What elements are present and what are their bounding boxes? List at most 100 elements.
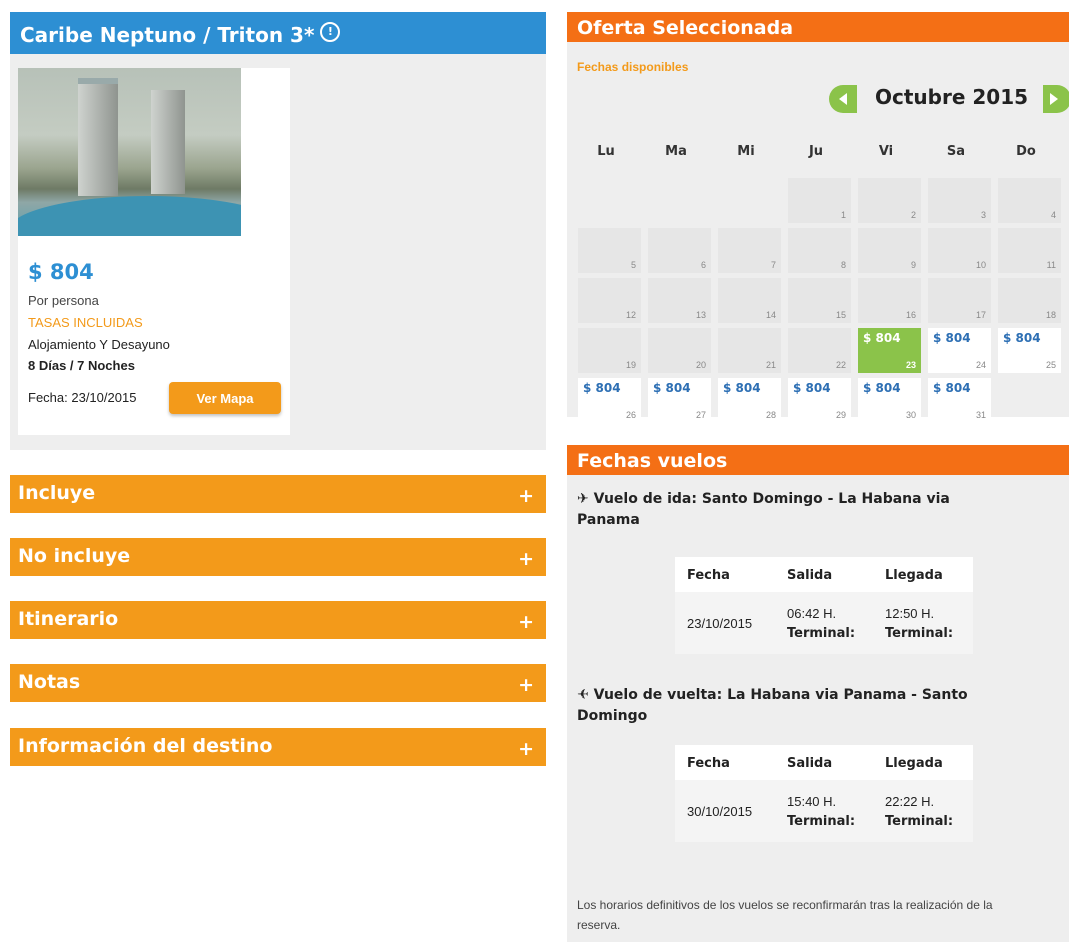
available-dates-label: Fechas disponibles bbox=[577, 60, 689, 74]
board-type: Alojamiento Y Desayuno bbox=[28, 337, 170, 352]
calendar-day[interactable]: $ 804 31 bbox=[928, 378, 991, 423]
col-llegada: Llegada bbox=[885, 756, 943, 771]
calendar-day: 2 bbox=[858, 178, 921, 223]
travel-date: Fecha: 23/10/2015 bbox=[28, 390, 137, 405]
day-number: 2 bbox=[910, 210, 916, 220]
day-number: 6 bbox=[700, 260, 706, 270]
day-number: 8 bbox=[840, 260, 846, 270]
taxes-included-label: TASAS INCLUIDAS bbox=[28, 315, 143, 330]
calendar-day: 18 bbox=[998, 278, 1061, 323]
calendar-day[interactable]: $ 804 28 bbox=[718, 378, 781, 423]
day-number: 13 bbox=[695, 310, 706, 320]
accordion-incluye[interactable]: Incluye + bbox=[10, 475, 546, 513]
calendar-day[interactable]: $ 804 30 bbox=[858, 378, 921, 423]
flights-body: ✈ Vuelo de ida: Santo Domingo - La Haban… bbox=[567, 475, 1069, 942]
return-flight-table: Fecha Salida Llegada 30/10/2015 15:40 H.… bbox=[675, 745, 973, 842]
day-number: 3 bbox=[980, 210, 986, 220]
accordion-label: Información del destino bbox=[18, 735, 273, 757]
plus-icon: + bbox=[518, 548, 534, 570]
calendar-day: 14 bbox=[718, 278, 781, 323]
calendar-day[interactable]: $ 804 29 bbox=[788, 378, 851, 423]
col-fecha: Fecha bbox=[687, 756, 730, 771]
offer-header: Oferta Seleccionada bbox=[567, 12, 1069, 42]
day-number: 11 bbox=[1046, 260, 1056, 270]
outbound-departure: 06:42 H. bbox=[787, 606, 837, 621]
outbound-arr-terminal: Terminal: bbox=[885, 626, 954, 641]
calendar-day: 21 bbox=[718, 328, 781, 373]
plane-right-icon: ✈ bbox=[577, 491, 589, 507]
calendar-day[interactable]: $ 804 24 bbox=[928, 328, 991, 373]
prev-month-arrow-icon[interactable] bbox=[829, 85, 857, 113]
flights-header: Fechas vuelos bbox=[567, 445, 1069, 475]
day-number: 22 bbox=[835, 360, 846, 370]
plus-icon: + bbox=[518, 674, 534, 696]
view-map-button[interactable]: Ver Mapa bbox=[169, 382, 281, 414]
weekday-header: Lu bbox=[597, 144, 615, 159]
day-number: 16 bbox=[905, 310, 916, 320]
month-label: Octubre 2015 bbox=[875, 85, 1029, 109]
calendar-day[interactable]: $ 804 27 bbox=[648, 378, 711, 423]
price: $ 804 bbox=[28, 260, 94, 284]
calendar-day: 6 bbox=[648, 228, 711, 273]
plus-icon: + bbox=[518, 485, 534, 507]
day-number: 4 bbox=[1050, 210, 1056, 220]
day-price: $ 804 bbox=[863, 381, 901, 395]
day-number: 14 bbox=[765, 310, 776, 320]
day-price: $ 804 bbox=[653, 381, 691, 395]
hotel-photo bbox=[18, 68, 241, 236]
return-dep-terminal: Terminal: bbox=[787, 814, 856, 829]
day-number: 25 bbox=[1045, 360, 1056, 370]
day-price: $ 804 bbox=[1003, 331, 1041, 345]
calendar-day: 13 bbox=[648, 278, 711, 323]
day-number: 9 bbox=[910, 260, 916, 270]
next-month-arrow-icon[interactable] bbox=[1043, 85, 1069, 113]
hotel-title-bar: Caribe Neptuno / Triton 3*! bbox=[10, 12, 546, 54]
calendar-day[interactable]: $ 804 23 bbox=[858, 328, 921, 373]
calendar-day: 5 bbox=[578, 228, 641, 273]
day-number: 28 bbox=[765, 410, 776, 420]
weekday-header: Mi bbox=[737, 144, 755, 159]
day-number: 7 bbox=[770, 260, 776, 270]
day-number: 26 bbox=[625, 410, 636, 420]
day-number: 23 bbox=[905, 360, 916, 370]
day-number: 19 bbox=[625, 360, 636, 370]
calendar-day: 15 bbox=[788, 278, 851, 323]
accordion-informacion-destino[interactable]: Información del destino + bbox=[10, 728, 546, 766]
offer-panel: Oferta Seleccionada Fechas disponibles O… bbox=[567, 12, 1069, 942]
info-circle-icon[interactable]: ! bbox=[320, 22, 341, 42]
calendar-day: 12 bbox=[578, 278, 641, 323]
weekday-header: Ma bbox=[665, 144, 687, 159]
plus-icon: + bbox=[518, 738, 534, 760]
hotel-title: Caribe Neptuno / Triton 3* bbox=[20, 23, 315, 47]
hotel-body: $ 804 Por persona TASAS INCLUIDAS Alojam… bbox=[10, 54, 546, 450]
calendar-day[interactable]: $ 804 26 bbox=[578, 378, 641, 423]
day-number: 18 bbox=[1045, 310, 1056, 320]
accordion-no-incluye[interactable]: No incluye + bbox=[10, 538, 546, 576]
calendar-day: 11 bbox=[998, 228, 1061, 273]
calendar-day: 19 bbox=[578, 328, 641, 373]
calendar-day: 8 bbox=[788, 228, 851, 273]
day-price: $ 804 bbox=[723, 381, 761, 395]
day-price: $ 804 bbox=[933, 331, 971, 345]
hotel-card: $ 804 Por persona TASAS INCLUIDAS Alojam… bbox=[18, 68, 290, 435]
day-number: 24 bbox=[975, 360, 986, 370]
weekday-header: Ju bbox=[808, 144, 824, 159]
day-number: 10 bbox=[975, 260, 986, 270]
weekday-header: Sa bbox=[946, 144, 966, 159]
col-salida: Salida bbox=[787, 756, 833, 771]
return-date: 30/10/2015 bbox=[687, 804, 753, 819]
weekday-header: Vi bbox=[878, 144, 894, 159]
col-fecha: Fecha bbox=[687, 568, 730, 583]
day-number: 20 bbox=[695, 360, 706, 370]
accordion-label: No incluye bbox=[18, 545, 131, 567]
calendar-day: 9 bbox=[858, 228, 921, 273]
day-number: 29 bbox=[835, 410, 846, 420]
calendar-day[interactable]: $ 804 25 bbox=[998, 328, 1061, 373]
accordion-notas[interactable]: Notas + bbox=[10, 664, 546, 702]
accordion-itinerario[interactable]: Itinerario + bbox=[10, 601, 546, 639]
outbound-flight-title: ✈ Vuelo de ida: Santo Domingo - La Haban… bbox=[577, 489, 1017, 531]
calendar-day: 16 bbox=[858, 278, 921, 323]
calendar-day: 22 bbox=[788, 328, 851, 373]
calendar-day: 17 bbox=[928, 278, 991, 323]
day-price: $ 804 bbox=[793, 381, 831, 395]
